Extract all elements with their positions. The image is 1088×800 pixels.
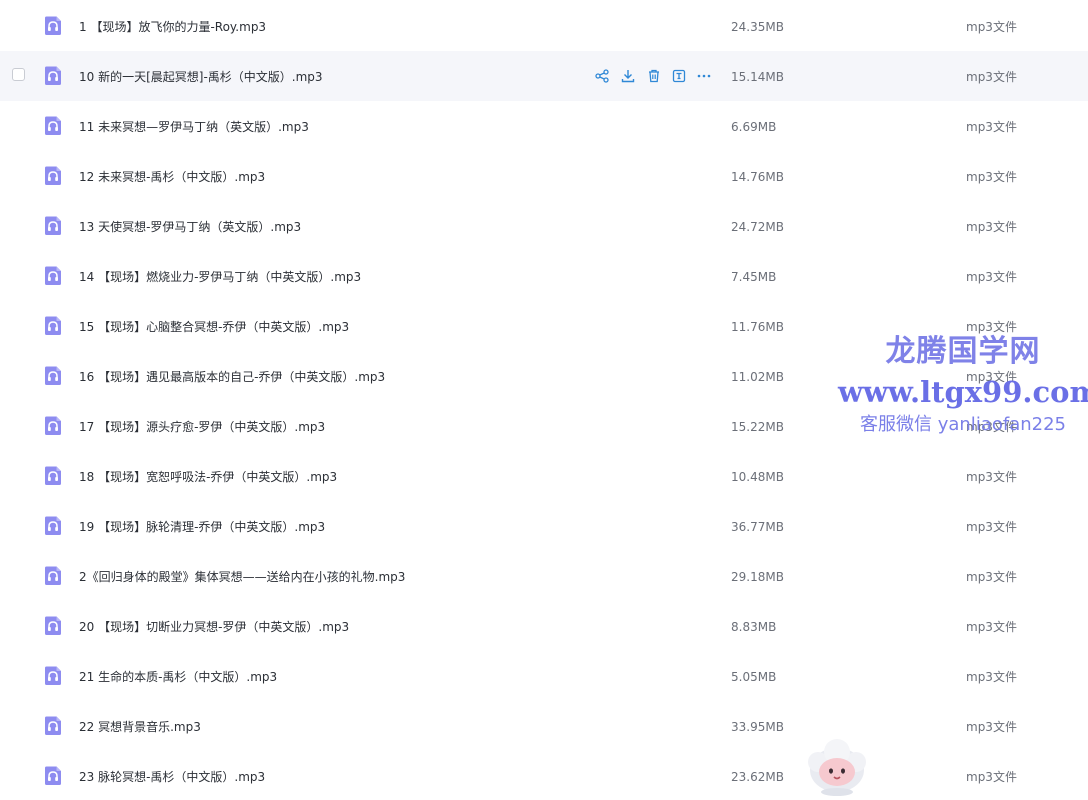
file-type: mp3文件 xyxy=(966,370,1017,384)
file-size: 23.62MB xyxy=(731,770,784,784)
file-type: mp3文件 xyxy=(966,170,1017,184)
file-name[interactable]: 23 脉轮冥想-禹杉（中文版）.mp3 xyxy=(79,751,265,800)
file-row[interactable]: 10 新的一天[晨起冥想]-禹杉（中文版）.mp3 15.14MB mp3文件 xyxy=(0,51,1088,101)
file-name[interactable]: 12 未来冥想-禹杉（中文版）.mp3 xyxy=(79,151,265,201)
file-row[interactable]: 11 未来冥想—罗伊马丁纳（英文版）.mp3 6.69MB mp3文件 xyxy=(0,101,1088,151)
file-row[interactable]: 19 【现场】脉轮清理-乔伊（中英文版）.mp3 36.77MB mp3文件 xyxy=(0,501,1088,551)
more-icon[interactable] xyxy=(696,68,712,84)
file-size: 24.35MB xyxy=(731,20,784,34)
file-list: 1 【现场】放飞你的力量-Roy.mp3 24.35MB mp3文件 10 新的一天[… xyxy=(0,0,1088,796)
file-name[interactable]: 10 新的一天[晨起冥想]-禹杉（中文版）.mp3 xyxy=(79,51,323,101)
file-row[interactable]: 16 【现场】遇见最高版本的自己-乔伊（中英文版）.mp3 11.02MB mp3文… xyxy=(0,351,1088,401)
delete-icon[interactable] xyxy=(646,68,662,84)
file-row[interactable]: 14 【现场】燃烧业力-罗伊马丁纳（中英文版）.mp3 7.45MB mp3文件 xyxy=(0,251,1088,301)
row-checkbox[interactable] xyxy=(12,68,25,81)
file-size: 14.76MB xyxy=(731,170,784,184)
file-type: mp3文件 xyxy=(966,520,1017,534)
file-size: 5.05MB xyxy=(731,670,777,684)
file-type: mp3文件 xyxy=(966,620,1017,634)
file-name[interactable]: 18 【现场】宽恕呼吸法-乔伊（中英文版）.mp3 xyxy=(79,451,337,501)
file-type: mp3文件 xyxy=(966,220,1017,234)
share-icon[interactable] xyxy=(594,68,610,84)
file-name[interactable]: 16 【现场】遇见最高版本的自己-乔伊（中英文版）.mp3 xyxy=(79,351,385,401)
file-size: 36.77MB xyxy=(731,520,784,534)
audio-file-icon xyxy=(43,515,63,536)
file-row[interactable]: 22 冥想背景音乐.mp3 33.95MB mp3文件 xyxy=(0,701,1088,751)
file-name[interactable]: 14 【现场】燃烧业力-罗伊马丁纳（中英文版）.mp3 xyxy=(79,251,361,301)
audio-file-icon xyxy=(43,415,63,436)
file-size: 11.76MB xyxy=(731,320,784,334)
file-type: mp3文件 xyxy=(966,670,1017,684)
file-name[interactable]: 21 生命的本质-禹杉（中文版）.mp3 xyxy=(79,651,277,701)
file-type: mp3文件 xyxy=(966,720,1017,734)
file-type: mp3文件 xyxy=(966,70,1017,84)
file-name[interactable]: 19 【现场】脉轮清理-乔伊（中英文版）.mp3 xyxy=(79,501,325,551)
audio-file-icon xyxy=(43,365,63,386)
file-name[interactable]: 20 【现场】切断业力冥想-罗伊（中英文版）.mp3 xyxy=(79,601,349,651)
audio-file-icon xyxy=(43,15,63,36)
file-type: mp3文件 xyxy=(966,20,1017,34)
file-row[interactable]: 17 【现场】源头疗愈-罗伊（中英文版）.mp3 15.22MB mp3文件 xyxy=(0,401,1088,451)
rename-icon[interactable] xyxy=(671,68,687,84)
file-name[interactable]: 2《回归身体的殿堂》集体冥想——送给内在小孩的礼物.mp3 xyxy=(79,551,405,601)
file-row[interactable]: 21 生命的本质-禹杉（中文版）.mp3 5.05MB mp3文件 xyxy=(0,651,1088,701)
file-name[interactable]: 22 冥想背景音乐.mp3 xyxy=(79,701,201,751)
file-type: mp3文件 xyxy=(966,320,1017,334)
file-type: mp3文件 xyxy=(966,420,1017,434)
download-icon[interactable] xyxy=(620,68,636,84)
file-size: 33.95MB xyxy=(731,720,784,734)
file-size: 11.02MB xyxy=(731,370,784,384)
audio-file-icon xyxy=(43,715,63,736)
file-row[interactable]: 15 【现场】心脑整合冥想-乔伊（中英文版）.mp3 11.76MB mp3文件 xyxy=(0,301,1088,351)
file-row[interactable]: 18 【现场】宽恕呼吸法-乔伊（中英文版）.mp3 10.48MB mp3文件 xyxy=(0,451,1088,501)
audio-file-icon xyxy=(43,65,63,86)
file-size: 6.69MB xyxy=(731,120,777,134)
file-size: 10.48MB xyxy=(731,470,784,484)
audio-file-icon xyxy=(43,665,63,686)
file-name[interactable]: 15 【现场】心脑整合冥想-乔伊（中英文版）.mp3 xyxy=(79,301,349,351)
audio-file-icon xyxy=(43,165,63,186)
file-name[interactable]: 11 未来冥想—罗伊马丁纳（英文版）.mp3 xyxy=(79,101,309,151)
file-row[interactable]: 20 【现场】切断业力冥想-罗伊（中英文版）.mp3 8.83MB mp3文件 xyxy=(0,601,1088,651)
audio-file-icon xyxy=(43,215,63,236)
file-row[interactable]: 13 天使冥想-罗伊马丁纳（英文版）.mp3 24.72MB mp3文件 xyxy=(0,201,1088,251)
file-row[interactable]: 23 脉轮冥想-禹杉（中文版）.mp3 23.62MB mp3文件 xyxy=(0,751,1088,800)
audio-file-icon xyxy=(43,615,63,636)
audio-file-icon xyxy=(43,315,63,336)
file-size: 24.72MB xyxy=(731,220,784,234)
file-size: 29.18MB xyxy=(731,570,784,584)
file-size: 15.22MB xyxy=(731,420,784,434)
file-size: 8.83MB xyxy=(731,620,777,634)
file-type: mp3文件 xyxy=(966,470,1017,484)
audio-file-icon xyxy=(43,115,63,136)
file-type: mp3文件 xyxy=(966,570,1017,584)
mascot-avatar[interactable] xyxy=(804,738,870,796)
file-row[interactable]: 12 未来冥想-禹杉（中文版）.mp3 14.76MB mp3文件 xyxy=(0,151,1088,201)
audio-file-icon xyxy=(43,465,63,486)
file-size: 7.45MB xyxy=(731,270,777,284)
file-name[interactable]: 17 【现场】源头疗愈-罗伊（中英文版）.mp3 xyxy=(79,401,325,451)
file-name[interactable]: 13 天使冥想-罗伊马丁纳（英文版）.mp3 xyxy=(79,201,301,251)
file-type: mp3文件 xyxy=(966,270,1017,284)
audio-file-icon xyxy=(43,765,63,786)
file-row[interactable]: 1 【现场】放飞你的力量-Roy.mp3 24.35MB mp3文件 xyxy=(0,1,1088,51)
file-row[interactable]: 2《回归身体的殿堂》集体冥想——送给内在小孩的礼物.mp3 29.18MB mp3文… xyxy=(0,551,1088,601)
audio-file-icon xyxy=(43,565,63,586)
file-type: mp3文件 xyxy=(966,120,1017,134)
file-name[interactable]: 1 【现场】放飞你的力量-Roy.mp3 xyxy=(79,1,266,51)
file-type: mp3文件 xyxy=(966,770,1017,784)
file-size: 15.14MB xyxy=(731,70,784,84)
audio-file-icon xyxy=(43,265,63,286)
